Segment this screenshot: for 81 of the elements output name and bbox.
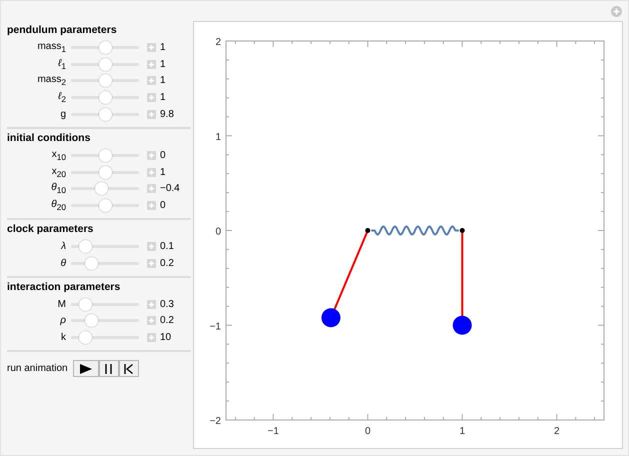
pause-button[interactable] bbox=[98, 360, 119, 378]
slider-value: 0 bbox=[160, 150, 166, 161]
pause-icon bbox=[105, 364, 112, 374]
x-tick-label: 2 bbox=[554, 426, 560, 437]
slider[interactable] bbox=[71, 181, 139, 196]
slider-label: mass$_{1}$ bbox=[36, 40, 67, 54]
slider-label: ρ bbox=[59, 315, 67, 326]
slider-value: 1 bbox=[160, 75, 166, 86]
slider-label: mass$_{2}$ bbox=[36, 74, 67, 88]
slider-value: 0.2 bbox=[160, 258, 174, 269]
skip-back-icon bbox=[124, 364, 134, 374]
plus-icon[interactable] bbox=[147, 258, 156, 268]
slider-value: −0.4 bbox=[160, 183, 180, 194]
y-tick-label: 2 bbox=[215, 37, 221, 48]
slider[interactable] bbox=[71, 90, 139, 106]
slider[interactable] bbox=[71, 330, 139, 346]
section-heading: initial conditions bbox=[7, 130, 92, 146]
plus-icon[interactable] bbox=[147, 42, 156, 52]
plus-icon[interactable] bbox=[147, 76, 156, 86]
slider-label: g bbox=[59, 109, 67, 120]
add-icon[interactable] bbox=[611, 6, 622, 16]
pendulum-bob bbox=[452, 316, 472, 335]
slider[interactable] bbox=[71, 40, 139, 55]
slider-label: ℓ$_{1}$ bbox=[57, 58, 67, 71]
play-button[interactable] bbox=[72, 360, 99, 378]
y-tick-label: 1 bbox=[215, 132, 221, 143]
plus-icon[interactable] bbox=[147, 316, 156, 326]
animation-label: run animation bbox=[7, 363, 68, 374]
plus-icon[interactable] bbox=[147, 150, 156, 160]
slider-value: 9.8 bbox=[160, 109, 174, 120]
slider[interactable] bbox=[71, 313, 139, 328]
play-icon bbox=[80, 364, 92, 374]
slider-label: θ$_{20}$ bbox=[50, 199, 67, 212]
slider-value: 1 bbox=[160, 58, 166, 70]
slider-label: λ bbox=[60, 241, 67, 252]
slider-label: θ bbox=[60, 258, 67, 269]
y-tick-label: 0 bbox=[215, 226, 221, 238]
x-tick-label: 1 bbox=[459, 426, 466, 437]
slider-value: 0.1 bbox=[160, 241, 174, 252]
slider[interactable] bbox=[71, 164, 139, 180]
slider[interactable] bbox=[71, 107, 139, 122]
x-tick-label: −1 bbox=[268, 426, 279, 437]
slider-label: M bbox=[56, 298, 67, 310]
slider-value: 1 bbox=[160, 92, 166, 104]
slider[interactable] bbox=[71, 198, 139, 214]
slider-label: k bbox=[60, 332, 67, 344]
plus-icon[interactable] bbox=[147, 242, 156, 252]
slider-value: 0.3 bbox=[160, 298, 174, 310]
section-heading: pendulum parameters bbox=[7, 23, 118, 38]
pivot-point bbox=[365, 228, 370, 233]
plus-icon[interactable] bbox=[147, 93, 156, 102]
y-tick-label: −1 bbox=[210, 321, 221, 332]
reset-button[interactable] bbox=[118, 360, 139, 378]
slider[interactable] bbox=[71, 148, 139, 163]
plus-icon[interactable] bbox=[147, 184, 156, 194]
slider[interactable] bbox=[71, 256, 139, 271]
slider-label: ℓ$_{2}$ bbox=[57, 91, 67, 104]
plus-icon[interactable] bbox=[147, 333, 156, 342]
plus-icon[interactable] bbox=[147, 168, 156, 177]
slider-value: 1 bbox=[160, 166, 166, 178]
section-heading: clock parameters bbox=[7, 222, 94, 238]
slider[interactable] bbox=[71, 296, 139, 312]
x-tick-label: 0 bbox=[364, 426, 371, 437]
pendulum-bob bbox=[321, 308, 340, 328]
slider-value: 0 bbox=[160, 200, 166, 212]
y-tick-label: −2 bbox=[210, 416, 221, 427]
section-heading: interaction parameters bbox=[7, 280, 122, 295]
slider-value: 10 bbox=[160, 332, 172, 344]
slider[interactable] bbox=[71, 56, 139, 72]
plus-icon[interactable] bbox=[147, 201, 156, 210]
slider[interactable] bbox=[71, 73, 139, 88]
slider-label: x$_{10}$ bbox=[50, 148, 67, 162]
slider[interactable] bbox=[71, 239, 139, 254]
slider-label: θ$_{10}$ bbox=[50, 182, 67, 196]
pivot-point bbox=[460, 228, 465, 233]
slider-value: 1 bbox=[160, 42, 166, 53]
slider-label: x$_{20}$ bbox=[50, 166, 67, 179]
slider-value: 0.2 bbox=[160, 315, 174, 326]
plus-icon[interactable] bbox=[147, 110, 156, 120]
plus-icon[interactable] bbox=[147, 300, 156, 309]
plus-icon[interactable] bbox=[147, 60, 156, 69]
